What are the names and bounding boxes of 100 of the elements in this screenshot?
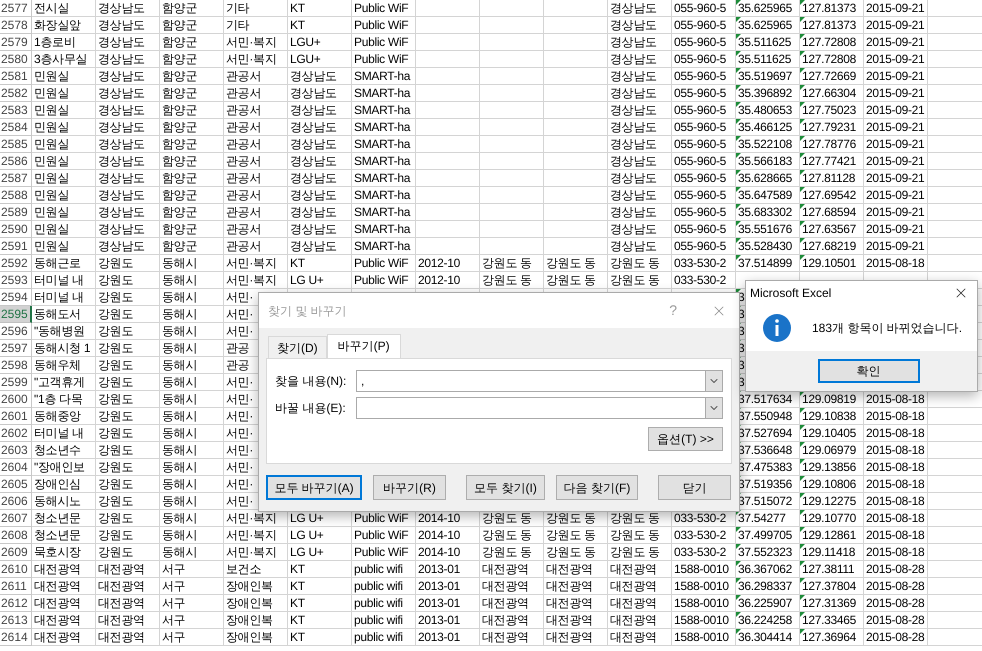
- combo-field[interactable]: ,: [356, 370, 705, 392]
- dropdown-button[interactable]: [705, 397, 723, 419]
- dialog-button[interactable]: 모두 바꾸기(A): [266, 475, 362, 500]
- table-cell: 동해시청 1: [34, 340, 90, 356]
- table-cell: 대전광역: [610, 630, 657, 644]
- table-cell: 129.09819: [802, 392, 856, 406]
- row-header[interactable]: 2582: [0, 85, 32, 102]
- row-header[interactable]: 2601: [0, 408, 32, 425]
- row-header[interactable]: 2598: [0, 357, 32, 374]
- row-header[interactable]: 2611: [0, 578, 32, 595]
- field-label: 찾을 내용(N):: [275, 373, 348, 390]
- table-cell: LG U+: [290, 510, 324, 526]
- table-cell: 033-530-2: [674, 256, 726, 270]
- table-cell: 동해도서: [34, 306, 81, 322]
- table-cell: 관공서: [226, 136, 262, 152]
- table-cell: 2015-08-18: [866, 460, 924, 474]
- row-header[interactable]: 2596: [0, 323, 32, 340]
- row-header[interactable]: 2613: [0, 612, 32, 629]
- options-button[interactable]: 옵션(T) >>: [648, 427, 723, 451]
- dropdown-button[interactable]: [705, 370, 723, 392]
- row-header[interactable]: 2592: [0, 255, 32, 272]
- table-cell: 함양군: [162, 34, 198, 50]
- row-header[interactable]: 2608: [0, 527, 32, 544]
- row-header[interactable]: 2585: [0, 136, 32, 153]
- row-header[interactable]: 2606: [0, 493, 32, 510]
- table-cell: SMART-ha: [354, 154, 410, 168]
- dialog-title: 찾기 및 바꾸기: [268, 302, 348, 320]
- table-cell: 2013-01: [418, 612, 460, 628]
- ok-button[interactable]: 확인: [818, 359, 920, 383]
- table-cell: 2014-10: [418, 544, 460, 560]
- dialog-button[interactable]: 닫기: [658, 475, 731, 500]
- tab[interactable]: 찾기(D): [268, 336, 327, 358]
- row-header[interactable]: 2602: [0, 425, 32, 442]
- row-header[interactable]: 2578: [0, 17, 32, 34]
- dialog-button[interactable]: 바꾸기(R): [373, 475, 446, 500]
- table-cell: 강원도 동: [610, 510, 660, 526]
- table-cell: 1588-0010: [674, 596, 729, 610]
- row-header[interactable]: 2609: [0, 544, 32, 561]
- row-header[interactable]: 2595: [0, 306, 32, 323]
- dialog-button[interactable]: 다음 찾기(F): [556, 475, 638, 500]
- combo-field[interactable]: [356, 397, 705, 419]
- row-header[interactable]: 2580: [0, 51, 32, 68]
- table-cell: 127.81373: [802, 0, 856, 16]
- table-cell: 함양군: [162, 52, 198, 66]
- table-cell: public wifi: [354, 630, 403, 644]
- dialog-button[interactable]: 모두 찾기(I): [466, 475, 545, 500]
- table-cell: 경상남도: [98, 86, 145, 100]
- row-header[interactable]: 2607: [0, 510, 32, 527]
- table-cell: 대전광역: [610, 612, 657, 628]
- table-cell: public wifi: [354, 578, 403, 594]
- row-header[interactable]: 2589: [0, 204, 32, 221]
- row-header[interactable]: 2583: [0, 102, 32, 119]
- table-cell: 36.367062: [738, 562, 792, 576]
- table-cell: 055-960-5: [674, 52, 726, 66]
- row-header[interactable]: 2593: [0, 272, 32, 289]
- tab[interactable]: 바꾸기(P): [326, 334, 401, 358]
- table-cell: 경상남도: [610, 238, 657, 254]
- table-cell: 경상남도: [610, 52, 657, 66]
- table-cell: 강원도: [98, 256, 134, 270]
- table-cell: 1588-0010: [674, 612, 729, 628]
- table-cell: 민원실: [34, 120, 70, 134]
- table-cell: 129.10405: [802, 426, 856, 440]
- table-cell: 대전광역: [546, 630, 593, 644]
- table-cell: 1층로비: [34, 34, 76, 50]
- row-header[interactable]: 2612: [0, 595, 32, 612]
- table-cell: 서구: [162, 612, 186, 628]
- table-cell: 강원도 동: [546, 510, 596, 526]
- row-header[interactable]: 2600: [0, 391, 32, 408]
- row-header[interactable]: 2599: [0, 374, 32, 391]
- row-header[interactable]: 2605: [0, 476, 32, 493]
- table-cell: 대전광역: [610, 596, 657, 610]
- table-cell: 강원도: [98, 272, 134, 288]
- table-cell: 강원도 동: [546, 272, 596, 288]
- row-header[interactable]: 2590: [0, 221, 32, 238]
- row-header[interactable]: 2604: [0, 459, 32, 476]
- row-header[interactable]: 2588: [0, 187, 32, 204]
- table-cell: KT: [290, 0, 305, 16]
- row-header[interactable]: 2586: [0, 153, 32, 170]
- table-cell: 2015-09-21: [866, 222, 924, 236]
- row-header[interactable]: 2603: [0, 442, 32, 459]
- row-header[interactable]: 2610: [0, 561, 32, 578]
- row-header[interactable]: 2581: [0, 68, 32, 85]
- table-cell: 경상남도: [98, 188, 145, 202]
- table-cell: 서민·: [226, 494, 254, 508]
- row-header[interactable]: 2587: [0, 170, 32, 187]
- row-header[interactable]: 2597: [0, 340, 32, 357]
- table-cell: 033-530-2: [674, 272, 726, 288]
- table-cell: 127.36964: [802, 630, 856, 644]
- table-cell: 청소년문: [34, 528, 81, 542]
- row-header[interactable]: 2584: [0, 119, 32, 136]
- table-cell: 경상남도: [610, 136, 657, 152]
- table-cell: 2015-09-21: [866, 136, 924, 152]
- row-header[interactable]: 2614: [0, 629, 32, 646]
- table-cell: 경상남도: [98, 170, 145, 186]
- row-header[interactable]: 2594: [0, 289, 32, 306]
- row-header[interactable]: 2591: [0, 238, 32, 255]
- table-cell: 경상남도: [290, 222, 337, 236]
- row-header[interactable]: 2579: [0, 34, 32, 51]
- table-cell: 대전광역: [546, 596, 593, 610]
- row-header[interactable]: 2577: [0, 0, 32, 17]
